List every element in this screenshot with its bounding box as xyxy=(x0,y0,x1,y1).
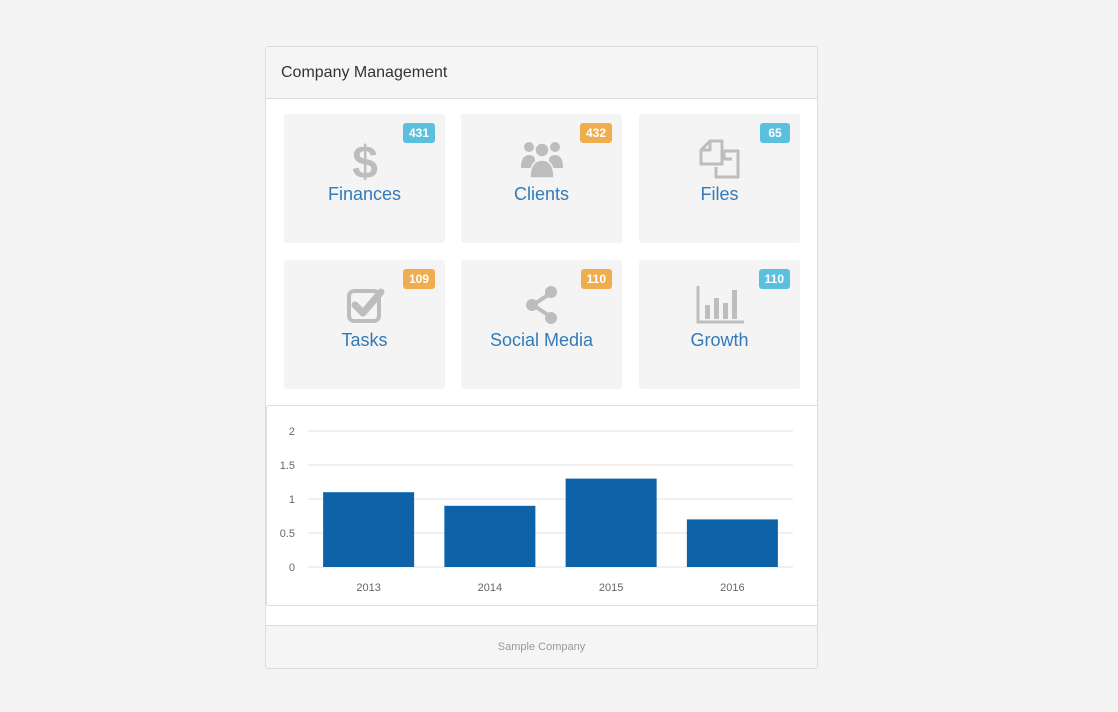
x-tick-label: 2015 xyxy=(599,582,623,594)
bar-2013 xyxy=(323,492,415,567)
x-tick-label: 2014 xyxy=(478,582,502,594)
x-tick-label: 2016 xyxy=(720,582,744,594)
clients-link[interactable]: Clients xyxy=(461,184,622,205)
users-icon xyxy=(520,138,564,180)
svg-text:$: $ xyxy=(352,138,378,180)
social-media-link[interactable]: Social Media xyxy=(461,330,622,351)
tile-files[interactable]: 65 Files xyxy=(639,114,800,243)
tasks-count-badge: 109 xyxy=(402,269,435,289)
bar-chart: 0 0.5 1 1.5 2 2013 2014 2015 2016 xyxy=(266,405,817,606)
panel-footer: Sample Company xyxy=(266,625,817,668)
files-icon xyxy=(698,138,742,180)
tile-growth[interactable]: 110 Growth xyxy=(639,260,800,389)
files-link[interactable]: Files xyxy=(639,184,800,205)
growth-count-badge: 110 xyxy=(758,269,790,289)
y-tick-label: 1 xyxy=(289,494,295,506)
dollar-icon: $ xyxy=(343,138,387,180)
share-icon xyxy=(520,284,564,326)
finances-count-badge: 431 xyxy=(402,123,435,143)
finances-link[interactable]: Finances xyxy=(284,184,445,205)
tasks-link[interactable]: Tasks xyxy=(284,330,445,351)
bar-2016 xyxy=(686,519,778,567)
company-management-panel: Company Management 431 $ Finances 432 Cl… xyxy=(265,46,818,669)
y-tick-label: 0 xyxy=(289,562,295,574)
y-tick-label: 0.5 xyxy=(280,528,295,540)
panel-title: Company Management xyxy=(266,47,817,99)
growth-link[interactable]: Growth xyxy=(639,330,800,351)
y-tick-label: 2 xyxy=(289,426,295,438)
y-tick-label: 1.5 xyxy=(280,460,295,472)
files-count-badge: 65 xyxy=(760,123,790,143)
tile-clients[interactable]: 432 Clients xyxy=(461,114,622,243)
clients-count-badge: 432 xyxy=(579,123,612,143)
tile-finances[interactable]: 431 $ Finances xyxy=(284,114,445,243)
chart-svg: 0 0.5 1 1.5 2 2013 2014 2015 2016 xyxy=(280,426,793,594)
tile-tasks[interactable]: 109 Tasks xyxy=(284,260,445,389)
bar-2014 xyxy=(444,505,536,567)
bar-chart-icon xyxy=(696,284,744,326)
checkbox-icon xyxy=(343,284,387,326)
tile-social-media[interactable]: 110 Social Media xyxy=(461,260,622,389)
social-media-count-badge: 110 xyxy=(580,269,612,289)
x-tick-label: 2013 xyxy=(356,582,380,594)
bar-2015 xyxy=(565,478,657,567)
